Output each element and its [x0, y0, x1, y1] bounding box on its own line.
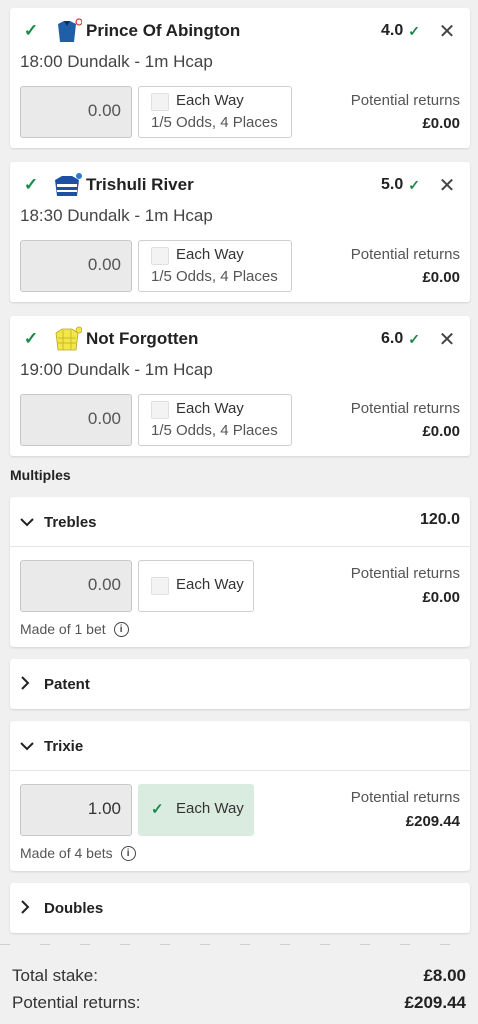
each-way-terms: 1/5 Odds, 4 Places — [151, 114, 278, 131]
each-way-toggle[interactable]: Each Way 1/5 Odds, 4 Places — [138, 240, 292, 292]
info-icon[interactable]: i — [113, 621, 129, 637]
yellow-silks-icon — [52, 326, 83, 352]
chevron-down-icon: ✓ — [408, 22, 420, 39]
returns-label: Potential returns — [350, 92, 460, 109]
trixie-header[interactable]: Trixie — [20, 721, 83, 771]
trebles-odds: 120.0 — [419, 511, 460, 528]
each-way-label: Each Way — [176, 246, 244, 263]
returns-value: £0.00 — [422, 423, 460, 440]
check-icon: ✓ — [151, 801, 164, 818]
selection-header: ✓ Prince Of Abington 4.0 ✓ ✕ — [20, 18, 460, 44]
each-way-toggle[interactable]: Each Way 1/5 Odds, 4 Places — [138, 86, 292, 138]
each-way-checkbox[interactable] — [151, 247, 169, 265]
trebles-header[interactable]: Trebles — [20, 497, 97, 547]
doubles-header[interactable]: Doubles — [20, 883, 103, 933]
trixie-label: Trixie — [44, 737, 84, 755]
returns-value: £0.00 — [422, 269, 460, 286]
stake-input[interactable]: 0.00 — [20, 240, 132, 292]
made-of-bets: Made of 1 bet i — [20, 621, 129, 637]
horse-name: Trishuli River — [86, 175, 194, 194]
selection-card: ✓ Not Forgotten 6.0 ✓ ✕ 19:00 Dundalk - 1… — [10, 316, 470, 456]
navy-silks-icon — [52, 172, 82, 198]
trebles-card: Trebles 120.0 0.00 Each Way Potential re… — [10, 497, 470, 647]
selection-card: ✓ Trishuli River 5.0 ✓ ✕ 18:30 Dundalk - … — [10, 162, 470, 302]
stake-input[interactable]: 1.00 — [20, 784, 132, 836]
trixie-card: Trixie 1.00 ✓ Each Way Potential returns… — [10, 721, 470, 871]
each-way-label: Each Way — [176, 800, 244, 817]
odds-value: 4.0 — [381, 22, 404, 39]
each-way-toggle[interactable]: Each Way 1/5 Odds, 4 Places — [138, 394, 292, 446]
returns-label: Potential returns — [350, 400, 460, 417]
odds-selector[interactable]: 6.0 ✓ — [381, 330, 420, 348]
total-stake-label: Total stake: — [12, 966, 98, 985]
doubles-label: Doubles — [44, 899, 104, 917]
chevron-down-icon: ✓ — [408, 330, 420, 347]
returns-label: Potential returns — [350, 789, 460, 806]
total-returns-label: Potential returns: — [12, 993, 141, 1012]
each-way-label: Each Way — [176, 92, 244, 109]
chevron-down-icon — [20, 738, 38, 754]
odds-selector[interactable]: 4.0 ✓ — [381, 22, 420, 40]
info-icon[interactable]: i — [120, 845, 136, 861]
total-stake-value: £8.00 — [423, 966, 466, 985]
made-of-label: Made of 1 bet — [20, 621, 106, 637]
horse-name: Not Forgotten — [86, 329, 199, 348]
blue-silks-icon — [52, 18, 83, 44]
selection-header: ✓ Trishuli River 5.0 ✓ ✕ — [20, 172, 460, 198]
each-way-toggle[interactable]: ✓ Each Way — [138, 784, 254, 836]
stake-input[interactable]: 0.00 — [20, 394, 132, 446]
patent-card[interactable]: Patent — [10, 659, 470, 709]
returns-value: £209.44 — [405, 813, 460, 830]
close-icon[interactable]: ✕ — [436, 173, 458, 198]
stake-input[interactable]: 0.00 — [20, 86, 132, 138]
multiples-title: Multiples — [10, 467, 71, 483]
race-info: 19:00 Dundalk - 1m Hcap — [20, 360, 213, 379]
selection-card: ✓ Prince Of Abington 4.0 ✓ ✕ 18:00 Dundal… — [10, 8, 470, 148]
each-way-checkbox[interactable] — [151, 577, 169, 595]
returns-label: Potential returns — [350, 565, 460, 582]
each-way-toggle[interactable]: Each Way — [138, 560, 254, 612]
divider — [10, 546, 470, 547]
each-way-label: Each Way — [176, 400, 244, 417]
close-icon[interactable]: ✕ — [436, 327, 458, 352]
chevron-right-icon — [20, 899, 38, 917]
each-way-checkbox[interactable] — [151, 401, 169, 419]
returns-value: £0.00 — [422, 115, 460, 132]
each-way-terms: 1/5 Odds, 4 Places — [151, 422, 278, 439]
doubles-card[interactable]: Doubles — [10, 883, 470, 933]
horse-name: Prince Of Abington — [86, 21, 241, 40]
made-of-label: Made of 4 bets — [20, 845, 113, 861]
close-icon[interactable]: ✕ — [436, 19, 458, 44]
odds-value: 6.0 — [381, 330, 404, 347]
footer-divider — [0, 944, 478, 945]
check-icon[interactable]: ✓ — [20, 328, 42, 350]
each-way-label: Each Way — [176, 576, 244, 593]
chevron-right-icon — [20, 675, 38, 693]
divider — [10, 770, 470, 771]
each-way-terms: 1/5 Odds, 4 Places — [151, 268, 278, 285]
check-icon[interactable]: ✓ — [20, 174, 42, 196]
each-way-checkbox[interactable] — [151, 93, 169, 111]
returns-label: Potential returns — [350, 246, 460, 263]
returns-value: £0.00 — [422, 589, 460, 606]
odds-selector[interactable]: 5.0 ✓ — [381, 176, 420, 194]
odds-value: 5.0 — [381, 176, 404, 193]
total-returns-value: £209.44 — [404, 993, 466, 1012]
selection-header: ✓ Not Forgotten 6.0 ✓ ✕ — [20, 326, 460, 352]
patent-label: Patent — [44, 675, 90, 693]
made-of-bets: Made of 4 bets i — [20, 845, 136, 861]
stake-input[interactable]: 0.00 — [20, 560, 132, 612]
check-icon[interactable]: ✓ — [20, 20, 42, 42]
race-info: 18:30 Dundalk - 1m Hcap — [20, 206, 213, 225]
chevron-down-icon: ✓ — [408, 176, 420, 193]
race-info: 18:00 Dundalk - 1m Hcap — [20, 52, 213, 71]
patent-header[interactable]: Patent — [20, 659, 90, 709]
chevron-down-icon — [20, 514, 38, 530]
trebles-label: Trebles — [44, 513, 97, 531]
